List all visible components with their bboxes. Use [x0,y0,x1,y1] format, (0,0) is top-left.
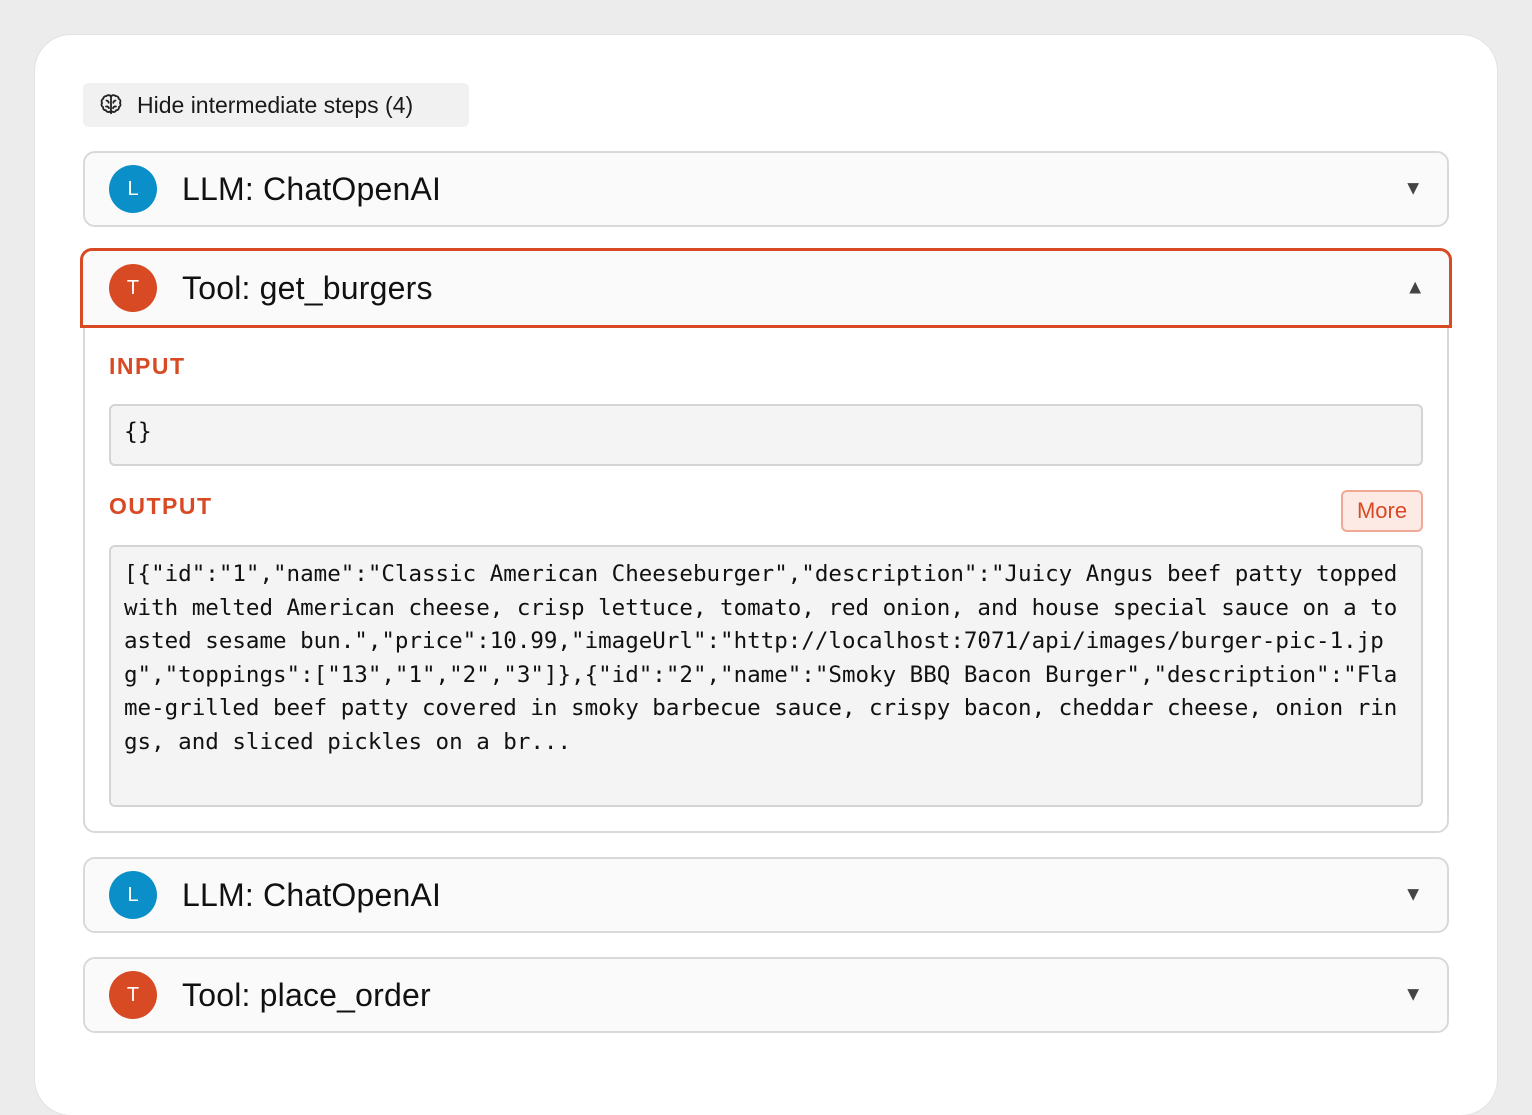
step-tool-get-burgers: T Tool: get_burgers ▲ INPUT {} OUTPUT Mo… [80,248,1452,833]
step-header[interactable]: T Tool: get_burgers ▲ [80,248,1452,328]
chevron-up-icon[interactable]: ▲ [1405,277,1425,300]
chevron-down-icon[interactable]: ▼ [1403,984,1423,1007]
step-header[interactable]: L LLM: ChatOpenAI ▼ [85,153,1447,225]
tool-badge: T [109,264,157,312]
tool-badge: T [109,971,157,1019]
step-tool-place-order: T Tool: place_order ▼ [83,957,1449,1033]
input-value: {} [109,404,1423,466]
llm-badge: L [109,871,157,919]
step-header[interactable]: L LLM: ChatOpenAI ▼ [85,859,1447,931]
intermediate-steps-panel: Hide intermediate steps (4) L LLM: ChatO… [35,35,1497,1115]
toggle-label: Hide intermediate steps (4) [137,91,414,118]
chevron-down-icon[interactable]: ▼ [1403,884,1423,907]
step-title: Tool: place_order [182,976,431,1013]
step-title: LLM: ChatOpenAI [182,170,442,207]
output-value: [{"id":"1","name":"Classic American Chee… [109,545,1423,807]
step-header[interactable]: T Tool: place_order ▼ [85,959,1447,1031]
chevron-down-icon[interactable]: ▼ [1403,178,1423,201]
step-llm-chatopenai-1: L LLM: ChatOpenAI ▼ [83,151,1449,227]
more-button[interactable]: More [1341,490,1423,532]
step-title: Tool: get_burgers [182,269,433,306]
output-label: OUTPUT [109,493,213,519]
brain-icon [97,91,125,119]
llm-badge: L [109,165,157,213]
hide-intermediate-steps-button[interactable]: Hide intermediate steps (4) [83,83,469,127]
step-llm-chatopenai-2: L LLM: ChatOpenAI ▼ [83,857,1449,933]
step-title: LLM: ChatOpenAI [182,876,442,913]
input-label: INPUT [109,353,186,379]
